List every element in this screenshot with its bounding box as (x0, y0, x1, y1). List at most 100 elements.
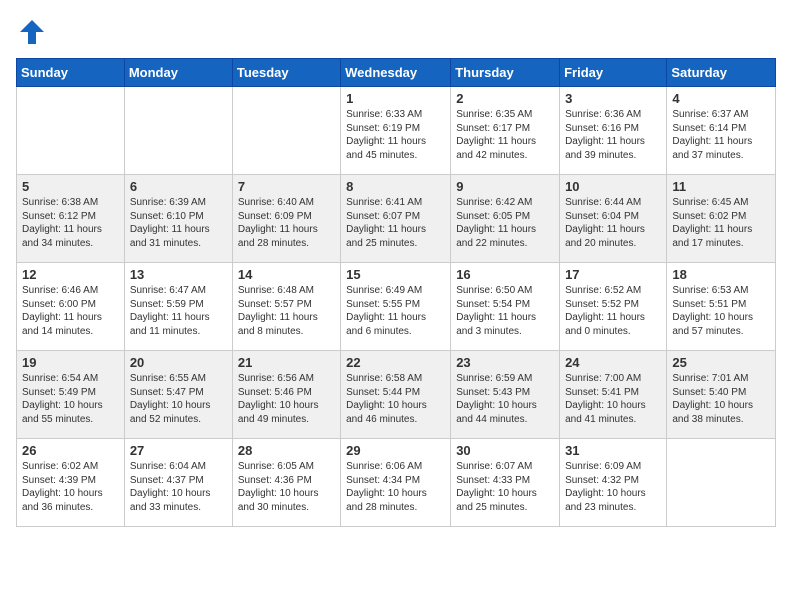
calendar-cell: 2Sunrise: 6:35 AM Sunset: 6:17 PM Daylig… (451, 87, 560, 175)
calendar-cell: 14 Sunrise: 6:48 AM Sunset: 5:57 PM Dayli… (232, 263, 340, 351)
day-number: 17 (565, 267, 661, 282)
day-number: 14 (238, 267, 335, 282)
cell-content: Sunrise: 6:45 AM Sunset: 6:02 PM Dayligh… (672, 196, 770, 250)
cell-content: Sunrise: 6:53 AM Sunset: 5:51 PM Dayligh… (672, 284, 770, 338)
cell-content: Sunrise: 6:41 AM Sunset: 6:07 PM Dayligh… (346, 196, 445, 250)
calendar-cell: 23 Sunrise: 6:59 AM Sunset: 5:43 PM Dayli… (451, 351, 560, 439)
cell-content: Sunrise: 6:48 AM Sunset: 5:57 PM Dayligh… (238, 284, 335, 338)
calendar-cell: 13 Sunrise: 6:47 AM Sunset: 5:59 PM Dayli… (124, 263, 232, 351)
logo (16, 16, 52, 48)
day-header-tuesday: Tuesday (232, 59, 340, 87)
calendar-cell: 6 Sunrise: 6:39 AM Sunset: 6:10 PM Daylig… (124, 175, 232, 263)
cell-content: Sunrise: 6:06 AM Sunset: 4:34 PM Dayligh… (346, 460, 445, 514)
day-number: 1 (346, 91, 445, 106)
cell-content: Sunrise: 6:38 AM Sunset: 6:12 PM Dayligh… (22, 196, 119, 250)
calendar-week-row: 19 Sunrise: 6:54 AM Sunset: 5:49 PM Dayli… (17, 351, 776, 439)
calendar-cell: 1 Sunrise: 6:33 AM Sunset: 6:19 PM Daylig… (341, 87, 451, 175)
day-number: 28 (238, 443, 335, 458)
calendar-cell: 27 Sunrise: 6:04 AM Sunset: 4:37 PM Dayli… (124, 439, 232, 527)
calendar-cell: 7 Sunrise: 6:40 AM Sunset: 6:09 PM Daylig… (232, 175, 340, 263)
calendar-cell: 26 Sunrise: 6:02 AM Sunset: 4:39 PM Dayli… (17, 439, 125, 527)
calendar-cell: 28 Sunrise: 6:05 AM Sunset: 4:36 PM Dayli… (232, 439, 340, 527)
cell-content: Sunrise: 6:40 AM Sunset: 6:09 PM Dayligh… (238, 196, 335, 250)
cell-content: Sunrise: 6:35 AM Sunset: 6:17 PM Dayligh… (456, 108, 554, 162)
day-number: 6 (130, 179, 227, 194)
calendar-cell: 21 Sunrise: 6:56 AM Sunset: 5:46 PM Dayli… (232, 351, 340, 439)
cell-content: Sunrise: 6:50 AM Sunset: 5:54 PM Dayligh… (456, 284, 554, 338)
cell-content: Sunrise: 6:36 AM Sunset: 6:16 PM Dayligh… (565, 108, 661, 162)
day-header-wednesday: Wednesday (341, 59, 451, 87)
day-number: 25 (672, 355, 770, 370)
calendar-week-row: 26 Sunrise: 6:02 AM Sunset: 4:39 PM Dayli… (17, 439, 776, 527)
cell-content: Sunrise: 7:00 AM Sunset: 5:41 PM Dayligh… (565, 372, 661, 426)
day-header-friday: Friday (560, 59, 667, 87)
day-number: 10 (565, 179, 661, 194)
day-number: 26 (22, 443, 119, 458)
calendar-cell (232, 87, 340, 175)
calendar-cell: 25 Sunrise: 7:01 AM Sunset: 5:40 PM Dayli… (667, 351, 776, 439)
day-number: 16 (456, 267, 554, 282)
day-number: 4 (672, 91, 770, 106)
cell-content: Sunrise: 6:02 AM Sunset: 4:39 PM Dayligh… (22, 460, 119, 514)
calendar-cell: 29 Sunrise: 6:06 AM Sunset: 4:34 PM Dayli… (341, 439, 451, 527)
day-number: 7 (238, 179, 335, 194)
day-header-sunday: Sunday (17, 59, 125, 87)
calendar-cell (17, 87, 125, 175)
cell-content: Sunrise: 6:04 AM Sunset: 4:37 PM Dayligh… (130, 460, 227, 514)
day-number: 21 (238, 355, 335, 370)
cell-content: Sunrise: 6:47 AM Sunset: 5:59 PM Dayligh… (130, 284, 227, 338)
calendar-cell (667, 439, 776, 527)
calendar-cell: 31Sunrise: 6:09 AM Sunset: 4:32 PM Dayli… (560, 439, 667, 527)
calendar-cell: 9Sunrise: 6:42 AM Sunset: 6:05 PM Daylig… (451, 175, 560, 263)
calendar-cell (124, 87, 232, 175)
cell-content: Sunrise: 6:58 AM Sunset: 5:44 PM Dayligh… (346, 372, 445, 426)
day-number: 11 (672, 179, 770, 194)
calendar-table: SundayMondayTuesdayWednesdayThursdayFrid… (16, 58, 776, 527)
cell-content: Sunrise: 6:42 AM Sunset: 6:05 PM Dayligh… (456, 196, 554, 250)
calendar-cell: 8 Sunrise: 6:41 AM Sunset: 6:07 PM Daylig… (341, 175, 451, 263)
day-number: 29 (346, 443, 445, 458)
calendar-cell: 15Sunrise: 6:49 AM Sunset: 5:55 PM Dayli… (341, 263, 451, 351)
calendar-cell: 17Sunrise: 6:52 AM Sunset: 5:52 PM Dayli… (560, 263, 667, 351)
day-number: 18 (672, 267, 770, 282)
day-number: 19 (22, 355, 119, 370)
cell-content: Sunrise: 6:56 AM Sunset: 5:46 PM Dayligh… (238, 372, 335, 426)
cell-content: Sunrise: 6:39 AM Sunset: 6:10 PM Dayligh… (130, 196, 227, 250)
cell-content: Sunrise: 6:09 AM Sunset: 4:32 PM Dayligh… (565, 460, 661, 514)
cell-content: Sunrise: 6:33 AM Sunset: 6:19 PM Dayligh… (346, 108, 445, 162)
day-number: 8 (346, 179, 445, 194)
calendar-cell: 16 Sunrise: 6:50 AM Sunset: 5:54 PM Dayli… (451, 263, 560, 351)
calendar-cell: 20Sunrise: 6:55 AM Sunset: 5:47 PM Dayli… (124, 351, 232, 439)
day-number: 13 (130, 267, 227, 282)
logo-icon (16, 16, 48, 48)
cell-content: Sunrise: 6:05 AM Sunset: 4:36 PM Dayligh… (238, 460, 335, 514)
day-number: 22 (346, 355, 445, 370)
day-header-saturday: Saturday (667, 59, 776, 87)
calendar-cell: 24 Sunrise: 7:00 AM Sunset: 5:41 PM Dayli… (560, 351, 667, 439)
day-number: 23 (456, 355, 554, 370)
calendar-week-row: 12Sunrise: 6:46 AM Sunset: 6:00 PM Dayli… (17, 263, 776, 351)
day-header-thursday: Thursday (451, 59, 560, 87)
calendar-cell: 22 Sunrise: 6:58 AM Sunset: 5:44 PM Dayli… (341, 351, 451, 439)
cell-content: Sunrise: 6:54 AM Sunset: 5:49 PM Dayligh… (22, 372, 119, 426)
calendar-week-row: 1 Sunrise: 6:33 AM Sunset: 6:19 PM Daylig… (17, 87, 776, 175)
cell-content: Sunrise: 6:59 AM Sunset: 5:43 PM Dayligh… (456, 372, 554, 426)
cell-content: Sunrise: 7:01 AM Sunset: 5:40 PM Dayligh… (672, 372, 770, 426)
day-number: 24 (565, 355, 661, 370)
calendar-cell: 30 Sunrise: 6:07 AM Sunset: 4:33 PM Dayli… (451, 439, 560, 527)
day-number: 15 (346, 267, 445, 282)
day-number: 30 (456, 443, 554, 458)
cell-content: Sunrise: 6:37 AM Sunset: 6:14 PM Dayligh… (672, 108, 770, 162)
calendar-header-row: SundayMondayTuesdayWednesdayThursdayFrid… (17, 59, 776, 87)
day-number: 5 (22, 179, 119, 194)
calendar-cell: 19 Sunrise: 6:54 AM Sunset: 5:49 PM Dayli… (17, 351, 125, 439)
calendar-cell: 11 Sunrise: 6:45 AM Sunset: 6:02 PM Dayli… (667, 175, 776, 263)
calendar-cell: 3Sunrise: 6:36 AM Sunset: 6:16 PM Daylig… (560, 87, 667, 175)
calendar-cell: 4 Sunrise: 6:37 AM Sunset: 6:14 PM Daylig… (667, 87, 776, 175)
cell-content: Sunrise: 6:44 AM Sunset: 6:04 PM Dayligh… (565, 196, 661, 250)
day-header-monday: Monday (124, 59, 232, 87)
day-number: 27 (130, 443, 227, 458)
calendar-cell: 10 Sunrise: 6:44 AM Sunset: 6:04 PM Dayli… (560, 175, 667, 263)
cell-content: Sunrise: 6:46 AM Sunset: 6:00 PM Dayligh… (22, 284, 119, 338)
cell-content: Sunrise: 6:07 AM Sunset: 4:33 PM Dayligh… (456, 460, 554, 514)
